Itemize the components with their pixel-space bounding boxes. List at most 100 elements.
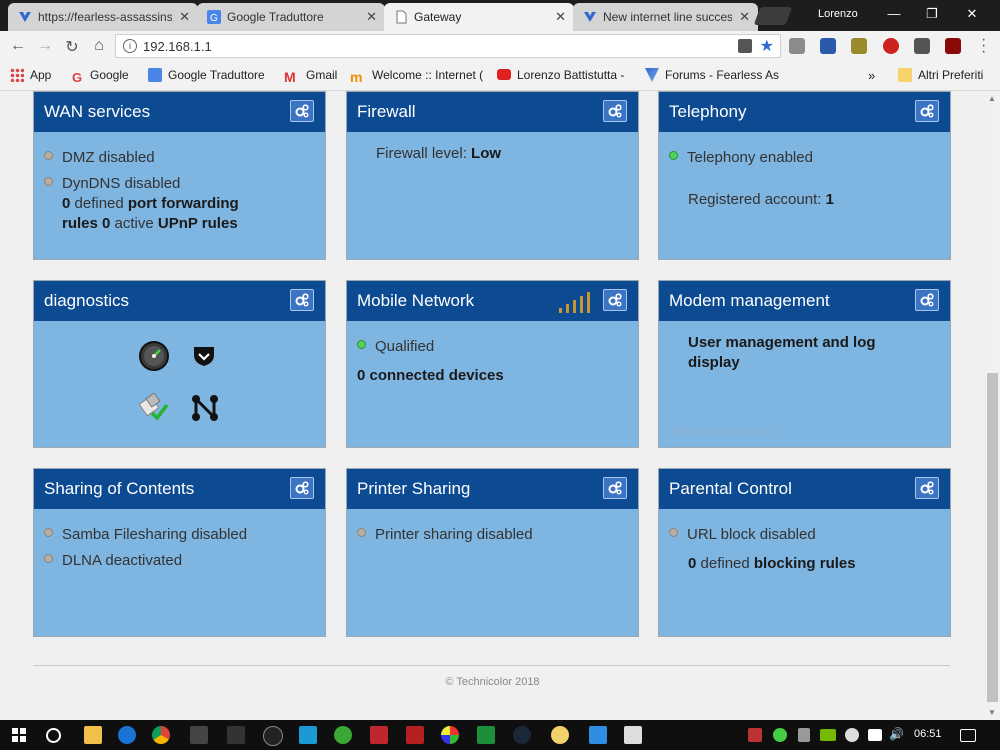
card-firewall[interactable]: Firewall Firewall level: Low [346,91,639,260]
translate-page-icon[interactable] [738,39,752,53]
bookmark-app[interactable]: App [10,68,51,82]
notifications-icon[interactable] [960,729,976,742]
speedometer-app-icon[interactable] [263,726,283,746]
clock-time[interactable]: 06:51 [914,728,942,740]
settings-cog-icon[interactable] [290,100,314,122]
scroll-down-icon[interactable]: ▼ [988,708,996,717]
card-header: Mobile Network [347,281,638,321]
bookmark-star-icon[interactable]: ★ [760,36,774,56]
upnp-count: 0 [97,215,111,232]
minimize-icon[interactable]: — [884,6,904,21]
app-icon[interactable] [406,726,424,744]
card-printer-sharing[interactable]: Printer Sharing Printer sharing disabled [346,468,639,637]
card-title: WAN services [44,102,151,121]
vivaldi-extension-icon[interactable] [883,38,899,54]
network-icon[interactable] [868,729,882,741]
card-mobile-network[interactable]: Mobile Network Qualified 0 connected dev… [346,280,639,448]
app-icon[interactable] [477,726,495,744]
app-icon[interactable] [441,726,459,744]
defender-icon[interactable] [845,728,859,742]
bookmark-gmail[interactable]: M Gmail [284,68,337,85]
tray-app-icon[interactable] [773,728,787,742]
screenshot-watermark: Cattura schermo intero [671,427,773,438]
cable-test-icon[interactable] [138,393,170,423]
card-wan-services[interactable]: WAN services DMZ disabled DynDNS disable… [33,91,326,260]
back-icon[interactable]: ← [8,37,28,55]
bookmark-welcome-internet[interactable]: m Welcome :: Internet ( [350,68,488,83]
profile-name[interactable]: Lorenzo [818,8,858,20]
tab-google-traduttore[interactable]: G Google Traduttore ✕ [197,3,385,31]
store-icon[interactable] [190,726,208,744]
tab-close-icon[interactable]: ✕ [179,3,190,31]
download-extension-icon[interactable] [789,38,805,54]
tray-app-icon[interactable] [798,728,810,742]
chrome-icon[interactable] [152,726,170,744]
network-topology-icon[interactable] [190,393,220,423]
settings-cog-icon[interactable] [290,477,314,499]
app-icon[interactable] [589,726,607,744]
card-modem-management[interactable]: Modem management User management and log… [658,280,951,448]
gs-app-icon[interactable] [370,726,388,744]
nvidia-icon[interactable] [820,729,836,741]
forward-icon[interactable]: → [35,37,55,55]
bookmark-forums-fearless[interactable]: Forums - Fearless As [645,68,783,82]
settings-cog-icon[interactable] [915,289,939,311]
address-bar[interactable]: i 192.168.1.1 ★ [115,34,781,58]
settings-cog-icon[interactable] [603,289,627,311]
home-icon[interactable]: ⌂ [89,37,109,55]
bookmark-extension-icon[interactable] [820,38,836,54]
settings-cog-icon[interactable] [915,477,939,499]
utorrent-icon[interactable] [334,726,352,744]
tab-gateway[interactable]: Gateway ✕ [384,3,574,31]
tab-fearless-assassins[interactable]: https://fearless-assassins ✕ [8,3,198,31]
scissors-extension-icon[interactable] [914,38,930,54]
steam-icon[interactable] [513,726,531,744]
tab-close-icon[interactable]: ✕ [739,3,750,31]
site-info-icon[interactable]: i [123,39,137,53]
card-parental-control[interactable]: Parental Control URL block disabled 0 de… [658,468,951,637]
card-title: Parental Control [669,479,792,498]
settings-cog-icon[interactable] [603,100,627,122]
app-icon[interactable] [551,726,569,744]
search-icon[interactable] [46,728,61,743]
browser-menu-icon[interactable]: · · · [981,32,986,60]
tray-app-icon[interactable] [748,728,762,742]
bookmark-lorenzo-battistutta[interactable]: Lorenzo Battistutta - [497,68,637,82]
bookmark-google-traduttore[interactable]: Google Traduttore [148,68,265,82]
settings-cog-icon[interactable] [603,477,627,499]
ublock-extension-icon[interactable] [945,38,961,54]
scrollbar-thumb[interactable] [987,373,998,702]
windows-start-icon[interactable] [12,728,26,742]
signal-strength-icon [559,291,593,313]
volume-icon[interactable]: 🔊 [889,727,907,745]
signal-bar [573,300,576,313]
dlna-status-text: DLNA deactivated [62,552,183,569]
other-bookmarks-folder[interactable]: Altri Preferiti [898,68,983,82]
bookmark-google[interactable]: G Google [72,68,129,85]
card-telephony[interactable]: Telephony Telephony enabled Registered a… [658,91,951,260]
close-window-icon[interactable]: ✕ [962,6,982,22]
edge-browser-icon[interactable] [118,726,136,744]
tab-label: Gateway [414,10,462,24]
tab-new-internet-line[interactable]: New internet line succes ✕ [573,3,758,31]
settings-cog-icon[interactable] [290,289,314,311]
speed-gauge-icon[interactable] [138,340,170,372]
ad-extension-icon[interactable] [851,38,867,54]
settings-cog-icon[interactable] [915,100,939,122]
bookmarks-overflow-button[interactable]: » [868,68,875,83]
app-icon[interactable] [624,726,642,744]
url-text[interactable]: 192.168.1.1 [143,39,212,54]
card-sharing-of-contents[interactable]: Sharing of Contents Samba Filesharing di… [33,468,326,637]
restore-icon[interactable]: ❐ [922,6,942,22]
app-icon[interactable] [227,726,245,744]
scroll-up-icon[interactable]: ▲ [988,94,996,103]
card-diagnostics[interactable]: diagnostics [33,280,326,448]
reload-icon[interactable]: ↻ [62,37,82,57]
file-explorer-icon[interactable] [84,726,102,744]
tab-close-icon[interactable]: ✕ [366,3,377,31]
app-icon[interactable] [299,726,317,744]
shield-check-icon[interactable] [192,345,216,367]
new-tab-button[interactable] [753,7,793,25]
page-scrollbar[interactable]: ▲ ▼ [985,91,1000,720]
tab-close-icon[interactable]: ✕ [555,3,566,31]
